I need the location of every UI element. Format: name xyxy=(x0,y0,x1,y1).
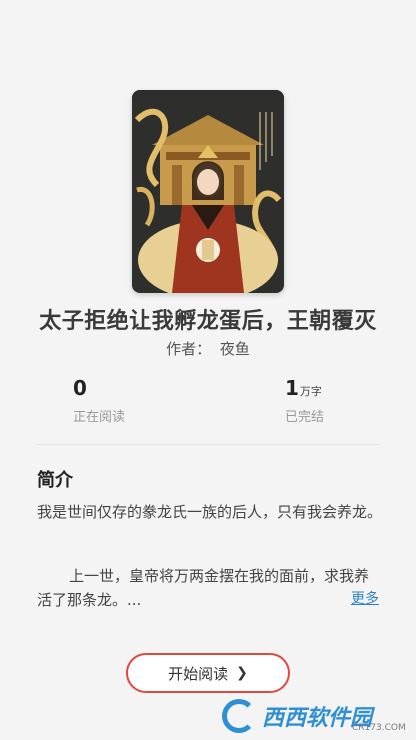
word-count-unit: 万字 xyxy=(299,385,322,398)
author-line: 作者： 夜鱼 xyxy=(0,338,416,359)
start-reading-button[interactable]: 开始阅读 ❯ xyxy=(126,653,290,693)
reading-count-stat: 0 正在阅读 xyxy=(73,376,125,425)
book-title: 太子拒绝让我孵龙蛋后，王朝覆灭 xyxy=(39,309,377,334)
reading-count-label: 正在阅读 xyxy=(73,410,126,425)
author-label: 作者： xyxy=(166,340,212,358)
watermark-subtext: CR173.COM xyxy=(352,723,406,733)
start-reading-label: 开始阅读 xyxy=(168,664,229,683)
book-cover-image xyxy=(132,90,284,293)
word-count-value: 1 xyxy=(285,376,299,400)
section-divider xyxy=(36,444,380,445)
watermark-c-icon xyxy=(222,699,256,733)
word-count-stat: 1万字 已完结 xyxy=(285,376,324,425)
more-link[interactable]: 更多 xyxy=(351,588,379,608)
intro-paragraph-2: 上一世，皇帝将万两金摆在我的面前，求我养活了那条龙。... xyxy=(37,567,370,609)
intro-paragraph-1: 我是世间仅存的豢龙氏一族的后人，只有我会养龙。 xyxy=(37,503,383,521)
intro-heading: 简介 xyxy=(37,470,73,491)
author-name: 夜鱼 xyxy=(219,340,250,358)
chevron-right-icon: ❯ xyxy=(236,665,248,681)
watermark-logo: 西西软件园 CR173.COM xyxy=(222,696,412,736)
completion-status-label: 已完结 xyxy=(285,410,325,425)
reading-count-value: 0 xyxy=(73,376,87,400)
